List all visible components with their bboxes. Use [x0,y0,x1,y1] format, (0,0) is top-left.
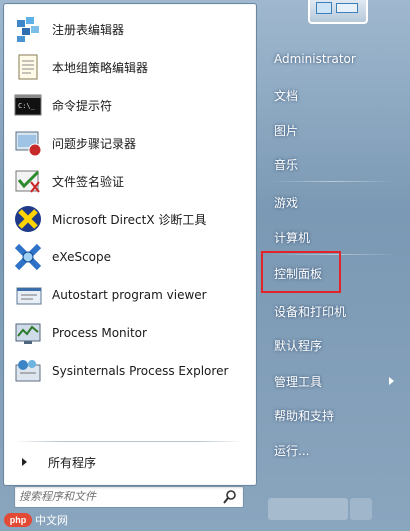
right-item-label: 音乐 [274,157,299,172]
shutdown-button[interactable] [264,496,404,522]
program-label: eXeScope [52,250,112,264]
right-item-administrative-tools[interactable]: 管理工具 [266,369,402,393]
right-item-label: 计算机 [274,230,311,245]
program-item-process-monitor[interactable]: Process Monitor [12,316,250,350]
right-item-label: Administrator [274,52,356,66]
highlight-annotation [261,251,341,293]
program-item-directx-diagnostic[interactable]: Microsoft DirectX 诊断工具 [12,202,250,236]
program-label: 问题步骤记录器 [52,136,137,151]
right-item-games[interactable]: 游戏 [266,190,402,214]
program-item-exescope[interactable]: eXeScope [12,240,250,274]
program-label: 文件签名验证 [52,174,125,189]
group-policy-editor-icon [12,51,44,83]
directx-diagnostic-icon [12,203,44,235]
exescope-icon [12,241,44,273]
arrow-right-icon [22,458,27,466]
steps-recorder-icon [12,127,44,159]
autostart-viewer-icon [12,279,44,311]
program-label: 命令提示符 [52,98,113,113]
registry-editor-icon [12,13,44,45]
watermark-logo: php [4,513,32,527]
svg-text:C:\_: C:\_ [18,102,36,110]
right-item-label: 设备和打印机 [274,304,347,319]
file-signature-verification-icon [12,165,44,197]
program-label: Process Monitor [52,326,147,340]
command-prompt-icon: C:\_ [12,89,44,121]
program-item-steps-recorder[interactable]: 问题步骤记录器 [12,126,250,160]
user-picture-icon[interactable] [308,0,368,24]
program-label: Sysinternals Process Explorer [52,364,229,378]
right-item-default-programs[interactable]: 默认程序 [266,333,402,357]
right-item-label: 帮助和支持 [274,408,335,423]
all-programs-button[interactable]: 所有程序 [18,452,218,472]
monitor-icon [316,2,332,14]
program-label: 注册表编辑器 [52,22,125,37]
program-label: Microsoft DirectX 诊断工具 [52,212,207,227]
divider [14,441,244,442]
right-item-label: 管理工具 [274,374,323,389]
all-programs-label: 所有程序 [48,455,97,470]
program-item-process-explorer[interactable]: Sysinternals Process Explorer [12,354,250,388]
right-item-label: 运行... [274,443,310,458]
chevron-right-icon [389,377,394,385]
search-input[interactable] [19,488,215,504]
program-item-command-prompt[interactable]: C:\_ 命令提示符 [12,88,250,122]
program-label: Autostart program viewer [52,288,207,302]
right-item-documents[interactable]: 文档 [266,83,402,107]
right-item-label: 图片 [274,123,299,138]
watermark-text: 中文网 [35,514,68,527]
watermark: php 中文网 [4,512,68,528]
right-item-computer[interactable]: 计算机 [266,225,402,249]
right-item-run[interactable]: 运行... [266,438,402,462]
start-menu: 注册表编辑器 本地组策略编辑器 C:\_ 命令提示符 问题步骤记录器 文件签名验… [0,0,410,531]
right-item-user[interactable]: Administrator [266,47,402,71]
program-label: 本地组策略编辑器 [52,60,149,75]
monitor-icon [336,3,358,13]
search-box[interactable] [14,486,244,508]
program-item-group-policy-editor[interactable]: 本地组策略编辑器 [12,50,250,84]
right-item-music[interactable]: 音乐 [266,152,402,176]
program-item-file-signature-verification[interactable]: 文件签名验证 [12,164,250,198]
right-item-label: 游戏 [274,195,299,210]
process-monitor-icon [12,317,44,349]
program-item-registry-editor[interactable]: 注册表编辑器 [12,12,250,46]
program-item-autostart-viewer[interactable]: Autostart program viewer [12,278,250,312]
search-icon[interactable] [222,489,238,505]
divider [270,181,396,182]
right-item-label: 默认程序 [274,338,323,353]
right-item-help-support[interactable]: 帮助和支持 [266,403,402,427]
right-item-devices-printers[interactable]: 设备和打印机 [266,299,402,323]
right-item-pictures[interactable]: 图片 [266,118,402,142]
process-explorer-icon [12,355,44,387]
programs-pane: 注册表编辑器 本地组策略编辑器 C:\_ 命令提示符 问题步骤记录器 文件签名验… [3,3,257,486]
right-item-label: 文档 [274,88,299,103]
